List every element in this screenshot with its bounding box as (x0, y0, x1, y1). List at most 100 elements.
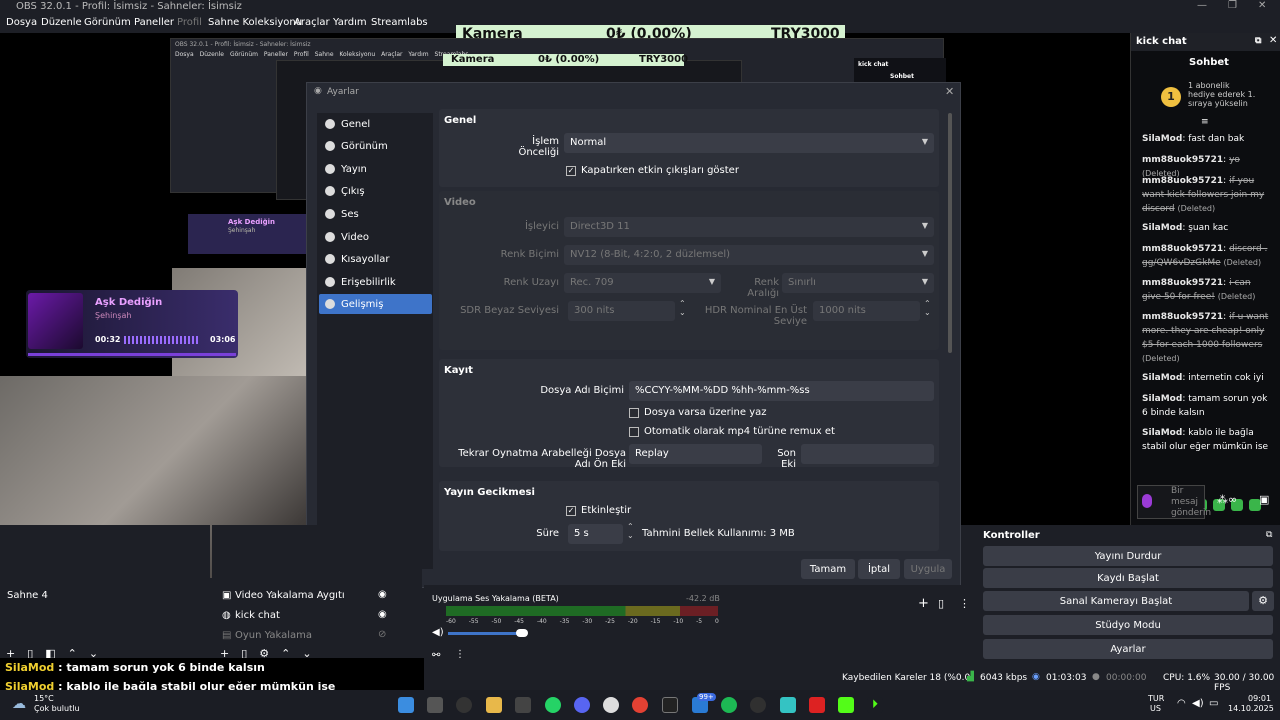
speaker-icon[interactable]: ◀) (432, 627, 444, 638)
source-item[interactable]: Video Yakalama Aygıtı (235, 590, 345, 601)
streamlabs-icon[interactable]: ⏵ (867, 697, 883, 713)
color-format-select[interactable]: NV12 (8-Bit, 4:2:0, 2 düzlemsel) ▼ (564, 245, 934, 265)
color-space-select[interactable]: Rec. 709 ▼ (564, 273, 721, 293)
scene-item[interactable]: Sahne 4 (7, 590, 48, 601)
menu-streamlabs[interactable]: Streamlabs (371, 17, 428, 28)
cancel-button[interactable]: İptal (858, 559, 900, 579)
menu-file[interactable]: Dosya (6, 17, 37, 28)
nav-advanced[interactable]: Gelişmiş (319, 294, 432, 314)
nav-stream[interactable]: Yayın (319, 159, 432, 179)
spin-arrows-icon[interactable]: ⌃ ⌄ (679, 299, 686, 317)
overwrite-checkbox[interactable]: Dosya varsa üzerine yaz (629, 407, 767, 418)
eye-icon[interactable]: ◉ (378, 589, 387, 600)
sdr-spinbox[interactable]: 300 nits (568, 301, 675, 321)
clock-date[interactable]: 14.10.2025 (1228, 704, 1274, 713)
remux-checkbox[interactable]: Otomatik olarak mp4 türüne remux et (629, 426, 835, 437)
renderer-select[interactable]: Direct3D 11 ▼ (564, 217, 934, 237)
more-icon[interactable]: ⋮ (959, 597, 970, 610)
restore-icon[interactable]: ❐ (1228, 0, 1237, 11)
spin-arrows-icon[interactable]: ⌃ ⌄ (627, 522, 634, 540)
undock-icon[interactable]: ⧉ (1255, 36, 1261, 46)
apply-button[interactable]: Uygula (904, 559, 952, 579)
menu-docks[interactable]: Paneller (134, 17, 174, 28)
mic-icon[interactable] (1142, 494, 1152, 508)
volume-icon[interactable]: ◀) (1192, 698, 1204, 709)
nested-banner-label: Kamera (451, 54, 495, 65)
show-outputs-checkbox[interactable]: ✓ Kapatırken etkin çıkışları göster (566, 165, 739, 176)
replay-suffix-input[interactable] (801, 444, 934, 464)
volume-slider[interactable] (448, 632, 523, 635)
chat-tab[interactable]: Sohbet (1189, 57, 1229, 68)
nav-audio[interactable]: Ses (319, 204, 432, 224)
task-view-icon[interactable] (427, 697, 443, 713)
whatsapp-icon[interactable] (545, 697, 561, 713)
settings-close-icon[interactable]: ✕ (945, 85, 954, 98)
eye-hidden-icon[interactable]: ⊘ (378, 629, 386, 640)
replay-prefix-input[interactable]: Replay (629, 444, 762, 464)
settings-button[interactable]: Ayarlar (983, 639, 1273, 659)
gift-shop-icon[interactable]: ▣ (1259, 493, 1269, 506)
clock-time[interactable]: 09:01 (1248, 694, 1271, 703)
nav-appearance[interactable]: Görünüm (319, 136, 432, 156)
chatgpt-icon[interactable] (603, 697, 619, 713)
close-chat-icon[interactable]: ✕ (1269, 35, 1277, 46)
battery-icon[interactable]: ▭ (1209, 698, 1218, 709)
spotify-icon[interactable] (721, 697, 737, 713)
priority-select[interactable]: Normal ▼ (564, 133, 934, 153)
nav-video[interactable]: Video (319, 227, 432, 247)
windows-start-icon[interactable] (398, 697, 414, 713)
source-item[interactable]: kick chat (235, 610, 280, 621)
nav-hotkeys[interactable]: Kısayollar (319, 249, 432, 269)
chat-message: mm88uok95721: if u want more. they are c… (1142, 312, 1269, 363)
link-icon[interactable]: ⚯ (432, 650, 440, 661)
menu-tools[interactable]: Araçlar (294, 17, 330, 28)
menu-scene-collection[interactable]: Sahne Koleksiyonu (208, 17, 302, 28)
menu-profile[interactable]: Profil (177, 17, 202, 28)
app-red-icon[interactable] (809, 697, 825, 713)
gear-icon[interactable]: ⚙ (1252, 591, 1274, 611)
volume-slider-handle[interactable] (516, 629, 528, 637)
nav-output[interactable]: Çıkış (319, 181, 432, 201)
undock-icon[interactable]: ⧉ (1266, 530, 1272, 540)
users-icon[interactable]: ⁂∞ (1217, 493, 1237, 506)
expand-icon[interactable]: ≡ (1201, 117, 1209, 127)
chrome-icon[interactable] (632, 697, 648, 713)
spin-arrows-icon[interactable]: ⌃ ⌄ (924, 299, 931, 317)
chat-message: SilaMod: şuan kac (1142, 223, 1229, 233)
start-recording-button[interactable]: Kaydı Başlat (983, 568, 1273, 588)
trash-icon[interactable]: ▯ (938, 597, 944, 610)
menu-view[interactable]: Görünüm (84, 17, 131, 28)
menu-edit[interactable]: Düzenle (41, 17, 82, 28)
stop-stream-button[interactable]: Yayını Durdur (983, 546, 1273, 566)
chat-input[interactable]: Bir mesaj gönderin (1137, 485, 1211, 519)
hdr-spinbox[interactable]: 1000 nits (813, 301, 920, 321)
obs-icon[interactable] (750, 697, 766, 713)
eye-icon[interactable]: ◉ (378, 609, 387, 620)
filename-format-input[interactable]: %CCYY-%MM-%DD %hh-%mm-%ss (629, 381, 934, 401)
minimize-icon[interactable]: — (1197, 0, 1207, 11)
source-item[interactable]: Oyun Yakalama (235, 630, 312, 641)
nav-general[interactable]: Genel (319, 114, 432, 134)
studio-mode-button[interactable]: Stüdyo Modu (983, 615, 1273, 635)
color-range-select[interactable]: Sınırlı ▼ (782, 273, 934, 293)
search-icon[interactable] (456, 697, 472, 713)
input-language[interactable]: TUR (1148, 694, 1164, 703)
nav-accessibility[interactable]: Erişebilirlik (319, 272, 432, 292)
close-icon[interactable]: ✕ (1258, 0, 1266, 11)
kick-icon[interactable] (838, 697, 854, 713)
discord-icon[interactable] (574, 697, 590, 713)
store-icon[interactable] (515, 697, 531, 713)
terminal-icon[interactable] (662, 697, 678, 713)
settings-scrollbar[interactable] (948, 113, 952, 353)
wifi-icon[interactable]: ◠ (1177, 698, 1186, 709)
file-explorer-icon[interactable] (486, 697, 502, 713)
delay-enable-checkbox[interactable]: ✓ Etkinleştir (566, 505, 631, 516)
notepad-icon[interactable] (780, 697, 796, 713)
more-icon[interactable]: ⋮ (455, 649, 465, 660)
delay-duration-spinbox[interactable]: 5 s (568, 524, 623, 544)
start-virtual-camera-button[interactable]: Sanal Kamerayı Başlat (983, 591, 1249, 611)
input-region[interactable]: US (1150, 704, 1161, 713)
ok-button[interactable]: Tamam (801, 559, 855, 579)
add-icon[interactable]: + (918, 596, 929, 611)
menu-help[interactable]: Yardım (333, 17, 367, 28)
